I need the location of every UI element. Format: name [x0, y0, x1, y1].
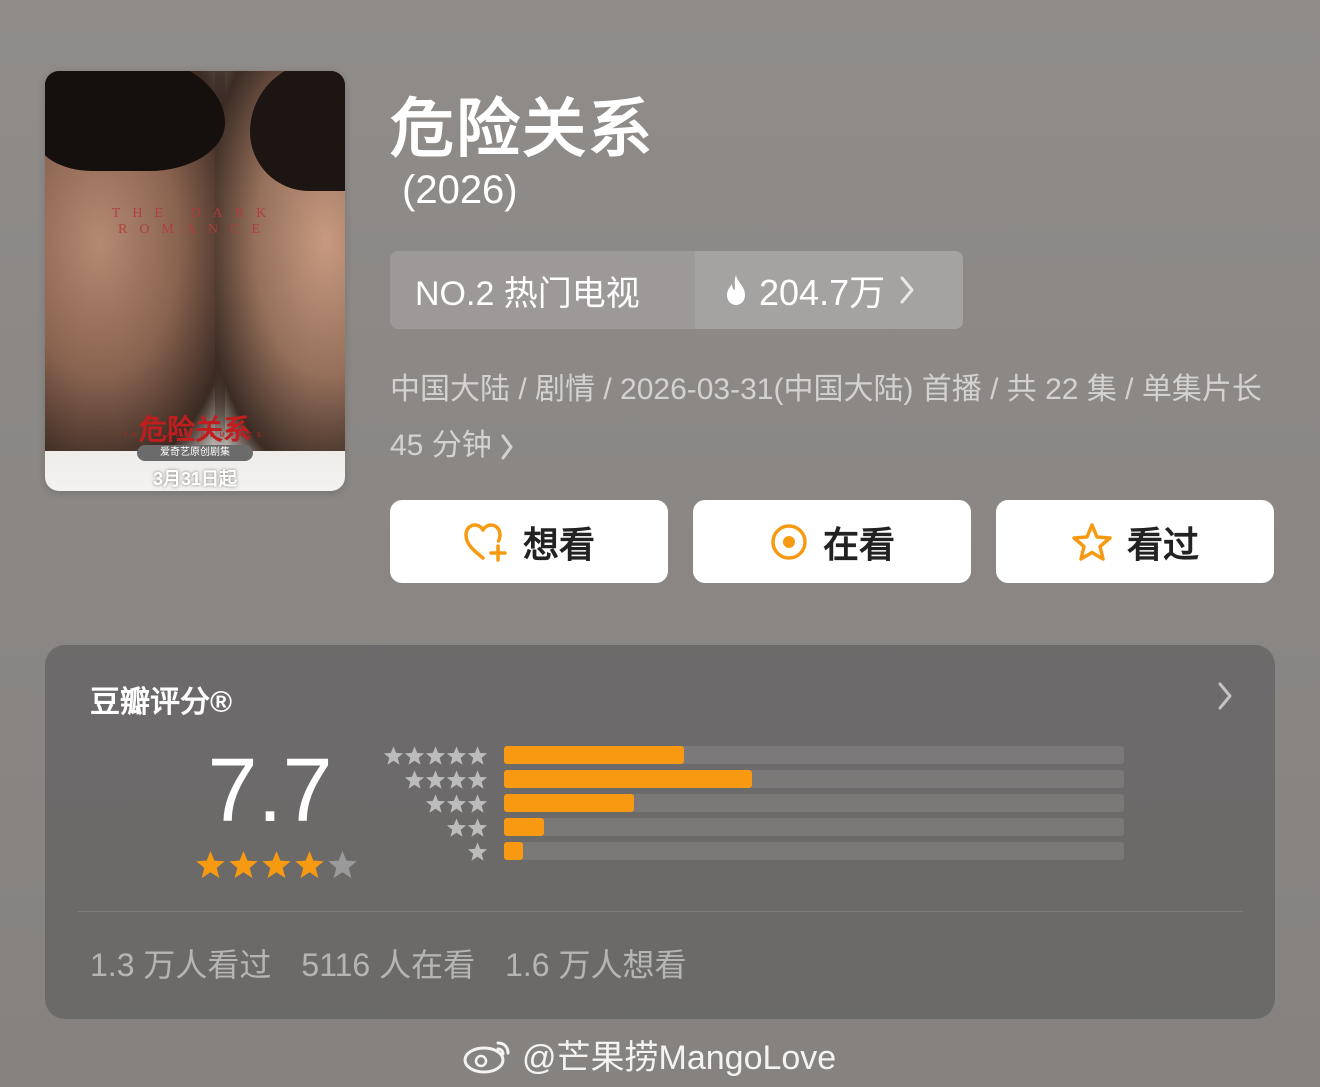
star-small-icon [467, 817, 488, 837]
poster-hair-left [45, 71, 225, 171]
star-empty-icon [328, 850, 357, 879]
page-title: 危险关系 [390, 93, 654, 165]
distribution-bar-track [504, 770, 1124, 788]
star-small-icon [446, 817, 467, 837]
weibo-icon [463, 1041, 510, 1073]
distribution-bar-fill [504, 842, 523, 860]
distribution-stars [383, 745, 488, 766]
star-small-icon [383, 745, 404, 765]
watching-count[interactable]: 5116 人在看 [301, 940, 475, 986]
poster-en-subtitle: THE DARK ROMANCE [123, 433, 267, 439]
distribution-bar-fill [504, 794, 635, 812]
distribution-bar-track [504, 794, 1124, 812]
rating-score: 7.7 [207, 741, 333, 841]
watermark: @芒果捞MangoLove [462, 1030, 836, 1079]
watching-label: 在看 [822, 523, 895, 565]
poster-cn-title: 危险关系 [138, 414, 251, 445]
distribution-bar-track [504, 842, 1124, 860]
distribution-stars [383, 841, 488, 862]
rank-label-text: NO.2 热门电视 [415, 274, 640, 313]
star-small-icon [404, 745, 425, 765]
divider [78, 911, 1243, 912]
want-count[interactable]: 1.6 万人想看 [505, 940, 686, 986]
distribution-bar-fill [504, 770, 752, 788]
star-small-icon [467, 745, 488, 765]
distribution-row-2 [383, 815, 1124, 839]
heat-value: 204.7万 [759, 272, 886, 313]
rank-label[interactable]: NO.2 热门电视 [390, 251, 695, 329]
rating-stars [195, 849, 358, 880]
star-small-icon [446, 745, 467, 765]
distribution-row-3 [383, 791, 1124, 815]
watched-label: 看过 [1126, 523, 1199, 565]
watched-button[interactable]: 看过 [996, 500, 1274, 583]
poster-date: 3月31日起 [152, 469, 238, 489]
action-buttons: 想看 在看 看过 [390, 500, 1274, 583]
star-icon [1072, 522, 1112, 561]
distribution-row-5 [383, 743, 1124, 767]
rating-card[interactable]: 豆瓣评分® 7.7 1.3 万人看过 5116 人在看 1.6 万人想看 [45, 645, 1275, 1019]
star-small-icon [467, 769, 488, 789]
poster-image[interactable]: THE DARK ROMANCE 危险关系 THE DARK ROMANCE 爱… [45, 71, 345, 491]
meta-info[interactable]: 中国大陆 / 剧情 / 2026-03-31(中国大陆) 首播 / 共 22 集… [390, 362, 1280, 474]
star-small-icon [446, 793, 467, 813]
distribution-row-4 [383, 767, 1124, 791]
release-year: (2026) [402, 168, 518, 212]
distribution-bar-track [504, 746, 1124, 764]
watched-count[interactable]: 1.3 万人看过 [90, 940, 271, 986]
watching-button[interactable]: 在看 [693, 500, 971, 583]
meta-text: 中国大陆 / 剧情 / 2026-03-31(中国大陆) 首播 / 共 22 集… [390, 373, 1262, 462]
distribution-stars [383, 793, 488, 814]
distribution-stars [383, 817, 488, 838]
watermark-text: @芒果捞MangoLove [522, 1039, 837, 1077]
star-small-icon [425, 769, 446, 789]
chevron-right-icon [501, 434, 513, 460]
star-small-icon [446, 769, 467, 789]
rating-counts: 1.3 万人看过 5116 人在看 1.6 万人想看 [90, 940, 687, 986]
poster-badge: 爱奇艺原创剧集 [137, 445, 253, 461]
chevron-right-icon [900, 276, 914, 304]
want-button[interactable]: 想看 [390, 500, 668, 583]
flame-icon [727, 275, 745, 305]
star-small-icon [425, 793, 446, 813]
rating-card-title: 豆瓣评分® [90, 686, 233, 719]
rank-box: NO.2 热门电视 204.7万 [390, 251, 963, 329]
want-label: 想看 [522, 523, 595, 565]
distribution-bar-track [504, 818, 1124, 836]
chevron-right-icon[interactable] [1217, 681, 1233, 711]
distribution-bar-fill [504, 818, 545, 836]
star-filled-icon [196, 850, 225, 879]
target-icon [771, 523, 807, 560]
distribution-stars [383, 769, 488, 790]
heat-button[interactable]: 204.7万 [695, 251, 963, 329]
star-filled-icon [262, 850, 291, 879]
star-filled-icon [295, 850, 324, 879]
star-filled-icon [229, 850, 258, 879]
rating-distribution [383, 743, 1124, 863]
poster-overlay-title: THE DARK ROMANCE [111, 206, 279, 237]
distribution-bar-fill [504, 746, 684, 764]
star-small-icon [467, 841, 488, 861]
star-small-icon [425, 745, 446, 765]
star-small-icon [467, 793, 488, 813]
star-small-icon [404, 769, 425, 789]
heart-plus-icon [464, 522, 507, 562]
distribution-row-1 [383, 839, 1124, 863]
